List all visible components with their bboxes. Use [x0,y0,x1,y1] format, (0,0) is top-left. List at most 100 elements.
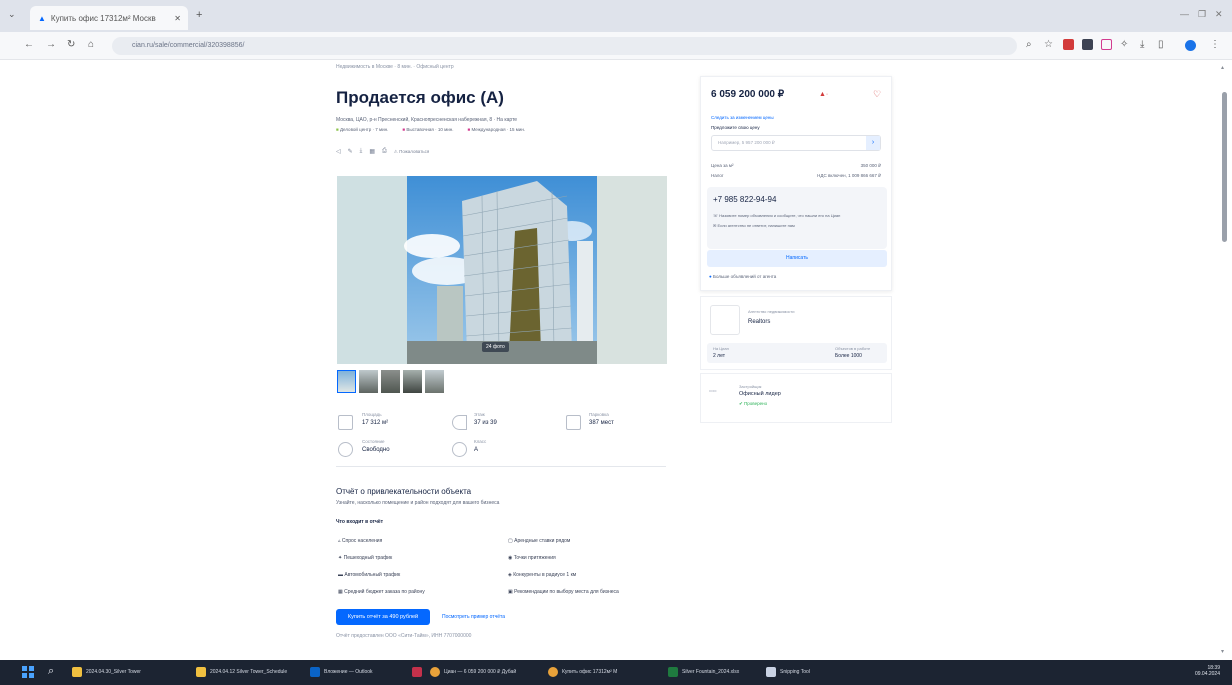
browser-menu-icon[interactable]: ⋮ [1210,39,1220,50]
sidepanel-icon[interactable]: ▯ [1158,39,1164,50]
bookmark-star-icon[interactable]: ☆ [1044,39,1053,50]
verified-badge: ✔ Проверено [739,401,768,406]
reload-icon[interactable]: ↻ [67,39,75,50]
offer-price-input[interactable]: Например, 5 957 200 000 ₽ › [711,135,881,151]
folder-icon [72,667,82,677]
price-row: Налог НДС включен, 1 009 866 667 ₽ [711,173,881,178]
metro-item[interactable]: ■ Деловой центр · 7 мин. [336,127,388,132]
app-red-icon [412,667,422,677]
extension-2-icon[interactable] [1082,39,1093,50]
feature-value: 387 мест [589,420,614,426]
photo-thumbnail[interactable] [359,370,378,393]
address-bar[interactable]: cian.ru/sale/commercial/320398856/ [112,37,1017,55]
report-item: ◈ Конкуренты в радиусе 1 км [508,572,577,578]
metro-item[interactable]: ■ Международная · 15 мин. [467,127,525,132]
edit-icon[interactable]: ✎ [348,148,353,155]
back-icon[interactable]: ← [24,39,34,50]
offer-submit-icon[interactable]: › [866,136,880,150]
taskbar-app[interactable]: Купить офис 17312м² М [548,667,617,677]
photo-count-badge[interactable]: 24 фото [482,342,509,352]
taskbar-app[interactable]: Snipping Tool [766,667,810,677]
builder-card: ▭▭ Застройщик Офисный лидер ✔ Проверено [700,373,892,423]
profile-avatar[interactable] [1185,40,1196,51]
forward-icon[interactable]: → [46,39,56,50]
extensions-puzzle-icon[interactable]: ✧ [1120,39,1128,50]
feature-value: 17 312 м² [362,420,389,426]
taskbar-app[interactable] [412,667,422,677]
price-card: 6 059 200 000 ₽ ▲· ♡ Следить за изменени… [700,76,892,291]
tab-close-icon[interactable]: ✕ [174,14,181,23]
tab-search-icon[interactable]: ⌄ [8,9,16,20]
object-address[interactable]: Москва, ЦАО, р-н Пресненский, Краснопрес… [336,117,517,123]
agency-card: Агентство недвижимости Realtors На Циан … [700,296,892,370]
maximize-icon[interactable]: ❐ [1198,9,1206,20]
price-watch-link[interactable]: Следить за изменением цены [711,115,774,120]
extension-3-icon[interactable] [1101,39,1112,50]
example-report-link[interactable]: Посмотреть пример отчёта [442,614,505,620]
area-icon [338,415,353,430]
floor-icon [452,415,467,430]
favorite-heart-icon[interactable]: ♡ [873,89,881,100]
clock[interactable]: 18:39 09.04.2024 [1190,665,1220,677]
photo-thumbnail[interactable] [381,370,400,393]
window-close-icon[interactable]: ✕ [1215,9,1223,20]
download-icon[interactable]: ⤓ [360,148,363,155]
page-scrollbar-thumb[interactable] [1222,92,1227,242]
home-icon[interactable]: ⌂ [88,39,94,50]
share-icon[interactable]: ◁ [336,148,341,155]
photo-thumbnail[interactable] [403,370,422,393]
new-tab-button[interactable]: + [196,9,202,21]
site-favicon-icon: ▲ [38,13,46,23]
taskbar-search-icon[interactable]: ⌕ [48,665,54,678]
metro-item[interactable]: ■ Выставочная · 10 мин. [402,127,453,132]
buy-report-button[interactable]: Купить отчёт за 490 рублей [336,609,430,625]
report-title: Отчёт о привлекательности объекта [336,487,472,496]
print-icon[interactable]: ⎙ [382,148,387,155]
feature-value: Свободно [362,447,390,453]
phone-number[interactable]: +7 985 822-94-94 [713,195,776,204]
parking-icon [566,415,581,430]
agent-more-link[interactable]: ● Больше объявлений от агента [709,274,776,279]
downloads-icon[interactable]: ⤓ [1140,39,1144,50]
report-item: ✦ Пешеходный трафик [338,555,393,561]
price-value: 6 059 200 000 ₽ [711,89,785,100]
photo-thumbnail[interactable] [425,370,444,393]
write-message-button[interactable]: Написать [707,250,887,267]
feature-value: 37 из 39 [474,420,497,426]
builder-name[interactable]: Офисный лидер [739,391,781,397]
compare-icon[interactable]: ▦ [369,148,375,155]
builder-label: Застройщик [739,384,762,389]
agency-label: Агентство недвижимости [748,309,795,314]
taskbar-app[interactable]: 2024.04.30_Silver Tower [72,667,141,677]
agency-name[interactable]: Realtors [748,319,770,325]
listing-toolbar: ◁ ✎ ⤓ ▦ ⎙ ⚠ Пожаловаться [336,148,429,155]
report-link[interactable]: ⚠ Пожаловаться [394,149,430,155]
breadcrumb[interactable]: Недвижимость в Москве · 8 мин. · Офисный… [336,64,454,70]
photo-thumbnail[interactable] [337,370,356,393]
minimize-icon[interactable]: — [1180,9,1189,19]
scroll-down-icon[interactable]: ▾ [1221,648,1224,655]
price-history-icon[interactable]: ▲· [819,91,828,98]
page-title: Продается офис (А) [336,88,504,107]
taskbar-app[interactable]: 2024.04.12 Silver Tower_Schedule [196,667,287,677]
offer-placeholder: Например, 5 957 200 000 ₽ [718,140,775,145]
extension-1-icon[interactable] [1063,39,1074,50]
start-windows-icon[interactable] [22,666,34,678]
taskbar-app[interactable]: Циан — 6 059 200 000 ₽ Дубай [430,667,516,677]
tab-title: Купить офис 17312м² Москв [50,13,156,23]
builder-logo: ▭▭ [709,388,717,393]
report-item: ▬ Автомобильный трафик [338,572,401,578]
report-item: ◉ Точки притяжения [508,555,556,561]
browser-tab-active[interactable]: ▲ Купить офис 17312м² Москв ✕ [30,6,188,30]
report-item: ▣ Рекомендации по выбору места для бизне… [508,589,619,595]
chrome-icon [548,667,558,677]
taskbar-app[interactable]: Вложение — Outlook [310,667,373,677]
contact-box: +7 985 822-94-94 ☏ Назовите номер объявл… [707,187,887,249]
zoom-icon[interactable]: ⌕ [1026,39,1032,50]
feature-label: Площадь [362,412,382,417]
report-subtitle: Узнайте, насколько помещение и район под… [336,500,500,506]
main-photo[interactable]: 24 фото [337,176,667,364]
taskbar-app[interactable]: Silver Fountain_2024.xlsx [668,667,739,677]
scroll-up-icon[interactable]: ▴ [1221,64,1224,71]
feature-label: Состояние [362,439,385,444]
